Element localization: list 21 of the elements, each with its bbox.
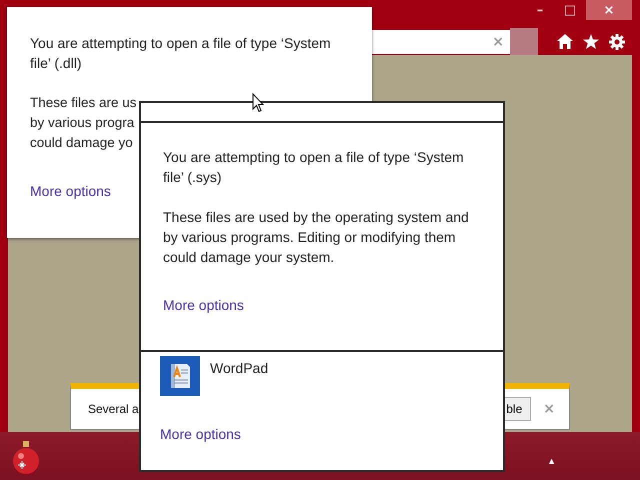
notification-text: Several a <box>88 402 140 416</box>
more-options-link[interactable]: More options <box>160 426 241 442</box>
dialog-detail-text: could damage yo <box>30 134 133 152</box>
more-options-link[interactable]: More options <box>163 297 244 313</box>
dialog-detail-text: These files are used by the operating system and by various programs. Editing or modifying them could damage your system. <box>163 208 470 267</box>
home-icon[interactable] <box>557 34 573 49</box>
maximize-button[interactable]: □ <box>556 0 584 20</box>
ornament-icon[interactable] <box>12 441 40 475</box>
dialog-message: You are attempting to open a file of type ‘System file’ (.dll) <box>30 34 332 73</box>
settings-icon[interactable] <box>609 34 625 50</box>
minimize-button[interactable]: – <box>526 0 554 20</box>
app-name: WordPad <box>210 360 268 376</box>
tray-arrow-icon[interactable]: ▲ <box>547 456 556 466</box>
dialog-detail-text: by various progra <box>30 114 134 132</box>
more-options-link[interactable]: More options <box>30 183 111 199</box>
close-button[interactable]: × <box>586 0 632 20</box>
star-icon[interactable] <box>583 34 599 49</box>
document-app-icon <box>160 356 200 396</box>
dialog-message: You are attempting to open a file of type ‘System file’ (.sys) <box>163 148 465 187</box>
app-item[interactable]: WordPad <box>160 356 503 396</box>
dialog-detail-text: These files are us <box>30 94 137 112</box>
